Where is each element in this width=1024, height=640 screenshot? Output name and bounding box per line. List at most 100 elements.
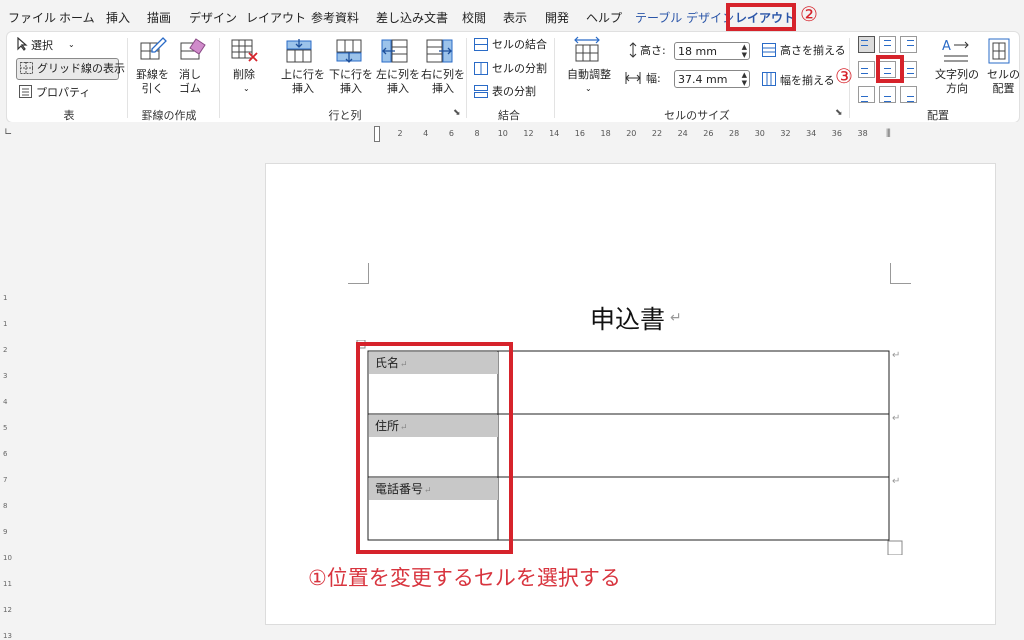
distribute-rows-icon [762, 43, 776, 57]
ruler-tick-label: 34 [806, 129, 817, 138]
width-label: 幅: [646, 72, 661, 85]
tab-file[interactable]: ファイル [8, 9, 56, 26]
annotation-step2: ② [800, 2, 818, 26]
ruler-tick-label: 32 [780, 129, 791, 138]
separator [127, 38, 128, 118]
group-label-merge: 結合 [498, 109, 520, 122]
tab-page-layout[interactable]: レイアウト [246, 9, 306, 26]
draw-table-icon [140, 37, 167, 60]
gridlines-button[interactable]: グリッド線の表示 [37, 62, 125, 76]
document-title[interactable]: 申込書 [590, 300, 665, 336]
text-direction-button[interactable]: 文字列の 方向 [935, 68, 979, 96]
text-direction-icon: A [942, 39, 969, 62]
tab-design[interactable]: デザイン [189, 9, 237, 26]
vruler-tick-label: 8 [3, 502, 8, 510]
align-top-left-button[interactable] [858, 36, 875, 53]
width-spinner-icon[interactable]: ▲ ▼ [742, 71, 747, 87]
horizontal-ruler[interactable]: ∟ 2 4 6 8 10 12 14 16 18 20 22 24 26 28 30 32 34 36 38 ⦀ [0, 122, 1024, 146]
tab-mailings[interactable]: 差し込み文書 [376, 9, 448, 26]
ruler-tick-label: 12 [523, 129, 534, 138]
tab-developer[interactable]: 開発 [545, 9, 569, 26]
ruler-tick-label: 14 [549, 129, 560, 138]
ruler-tick-label: 30 [754, 129, 765, 138]
separator [554, 38, 555, 118]
height-input[interactable]: 18 mm ▲ ▼ [674, 42, 750, 60]
tab-references[interactable]: 参考資料 [311, 9, 359, 26]
delete-chevron-icon: ⌄ [243, 84, 250, 93]
separator [219, 38, 220, 118]
insert-below-icon [336, 39, 362, 63]
indent-marker-icon[interactable] [374, 126, 380, 142]
align-bottom-left-button[interactable] [858, 86, 875, 103]
insert-left-button[interactable]: 左に列を 挿入 [376, 68, 420, 96]
insert-right-icon [426, 39, 453, 63]
align-middle-left-button[interactable] [858, 61, 875, 78]
tab-home[interactable]: ホーム [59, 9, 95, 26]
ribbon: 選択 ⌄ グリッド線の表示 プロパティ 表 罫線を 引く 消し ゴム 罫線の作成 削… [6, 31, 1020, 123]
distribute-cols-button[interactable]: 幅を揃える [780, 74, 835, 88]
vruler-tick-label: 3 [3, 372, 8, 380]
tab-insert[interactable]: 挿入 [106, 9, 130, 26]
vruler-tick-label: 7 [3, 476, 8, 484]
highlight-selected-cells [356, 342, 513, 554]
split-cells-button[interactable]: セルの分割 [492, 62, 547, 76]
insert-above-button[interactable]: 上に行を 挿入 [281, 68, 325, 96]
width-input[interactable]: 37.4 mm ▲ ▼ [674, 70, 750, 88]
annotation-step1: ①位置を変更するセルを選択する [308, 566, 621, 590]
properties-button[interactable]: プロパティ [36, 86, 90, 100]
autofit-button[interactable]: 自動調整 [567, 68, 611, 82]
col-width-icon [625, 72, 641, 84]
tab-table-design[interactable]: テーブル デザイン [635, 9, 734, 26]
row-end-mark: ↵ [892, 350, 901, 361]
merge-cells-icon [474, 38, 488, 51]
split-cells-icon [474, 62, 488, 75]
svg-text:A: A [942, 39, 951, 54]
rows-cols-launcher-icon[interactable]: ⬊ [453, 108, 461, 118]
vertical-ruler[interactable]: 1 1 2 3 4 5 6 7 8 9 10 11 12 13 [0, 146, 14, 640]
cell-size-launcher-icon[interactable]: ⬊ [835, 108, 843, 118]
draw-table-button[interactable]: 罫線を 引く [136, 68, 169, 96]
align-bottom-center-button[interactable] [879, 86, 896, 103]
ruler-tick-label: 18 [600, 129, 611, 138]
tab-draw[interactable]: 描画 [147, 9, 171, 26]
group-label-table: 表 [63, 109, 75, 122]
select-cursor-icon [17, 37, 28, 51]
align-top-right-button[interactable] [900, 36, 917, 53]
insert-below-button[interactable]: 下に行を 挿入 [329, 68, 373, 96]
delete-button[interactable]: 削除 [233, 68, 255, 82]
tab-review[interactable]: 校閲 [462, 9, 486, 26]
select-button[interactable]: 選択 [31, 39, 53, 53]
ruler-tick-label: 6 [448, 129, 454, 138]
split-table-icon [474, 85, 488, 98]
ruler-tick-label: 26 [703, 129, 714, 138]
insert-right-button[interactable]: 右に列を 挿入 [421, 68, 465, 96]
select-chevron-icon: ⌄ [68, 40, 75, 49]
properties-icon [19, 85, 32, 98]
align-top-center-button[interactable] [879, 36, 896, 53]
crop-mark-top-right [890, 263, 911, 284]
ruler-tick-label: 38 [857, 129, 868, 138]
eraser-button[interactable]: 消し ゴム [179, 68, 201, 96]
column-marker-icon[interactable]: ⦀ [886, 127, 891, 141]
row-height-icon [629, 42, 637, 58]
align-bottom-right-button[interactable] [900, 86, 917, 103]
row-end-mark: ↵ [892, 476, 901, 487]
tab-selector-icon[interactable]: ∟ [4, 127, 12, 138]
merge-cells-button[interactable]: セルの結合 [492, 38, 547, 52]
vruler-tick-label: 10 [3, 554, 12, 562]
cell-margins-button[interactable]: セルの 配置 [987, 68, 1020, 96]
distribute-rows-button[interactable]: 高さを揃える [780, 44, 846, 58]
tab-help[interactable]: ヘルプ [586, 9, 622, 26]
tab-view[interactable]: 表示 [503, 9, 527, 26]
highlight-layout-tab [726, 3, 796, 31]
delete-table-icon [231, 39, 258, 62]
group-label-draw: 罫線の作成 [141, 109, 197, 122]
split-table-button[interactable]: 表の分割 [492, 85, 536, 99]
crop-mark-top-left [348, 263, 369, 284]
height-value: 18 mm [678, 45, 717, 58]
height-spinner-icon[interactable]: ▲ ▼ [742, 43, 747, 59]
align-lines-icon [884, 40, 891, 46]
row-end-mark: ↵ [892, 413, 901, 424]
width-value: 37.4 mm [678, 73, 728, 86]
align-lines-icon [861, 68, 868, 74]
